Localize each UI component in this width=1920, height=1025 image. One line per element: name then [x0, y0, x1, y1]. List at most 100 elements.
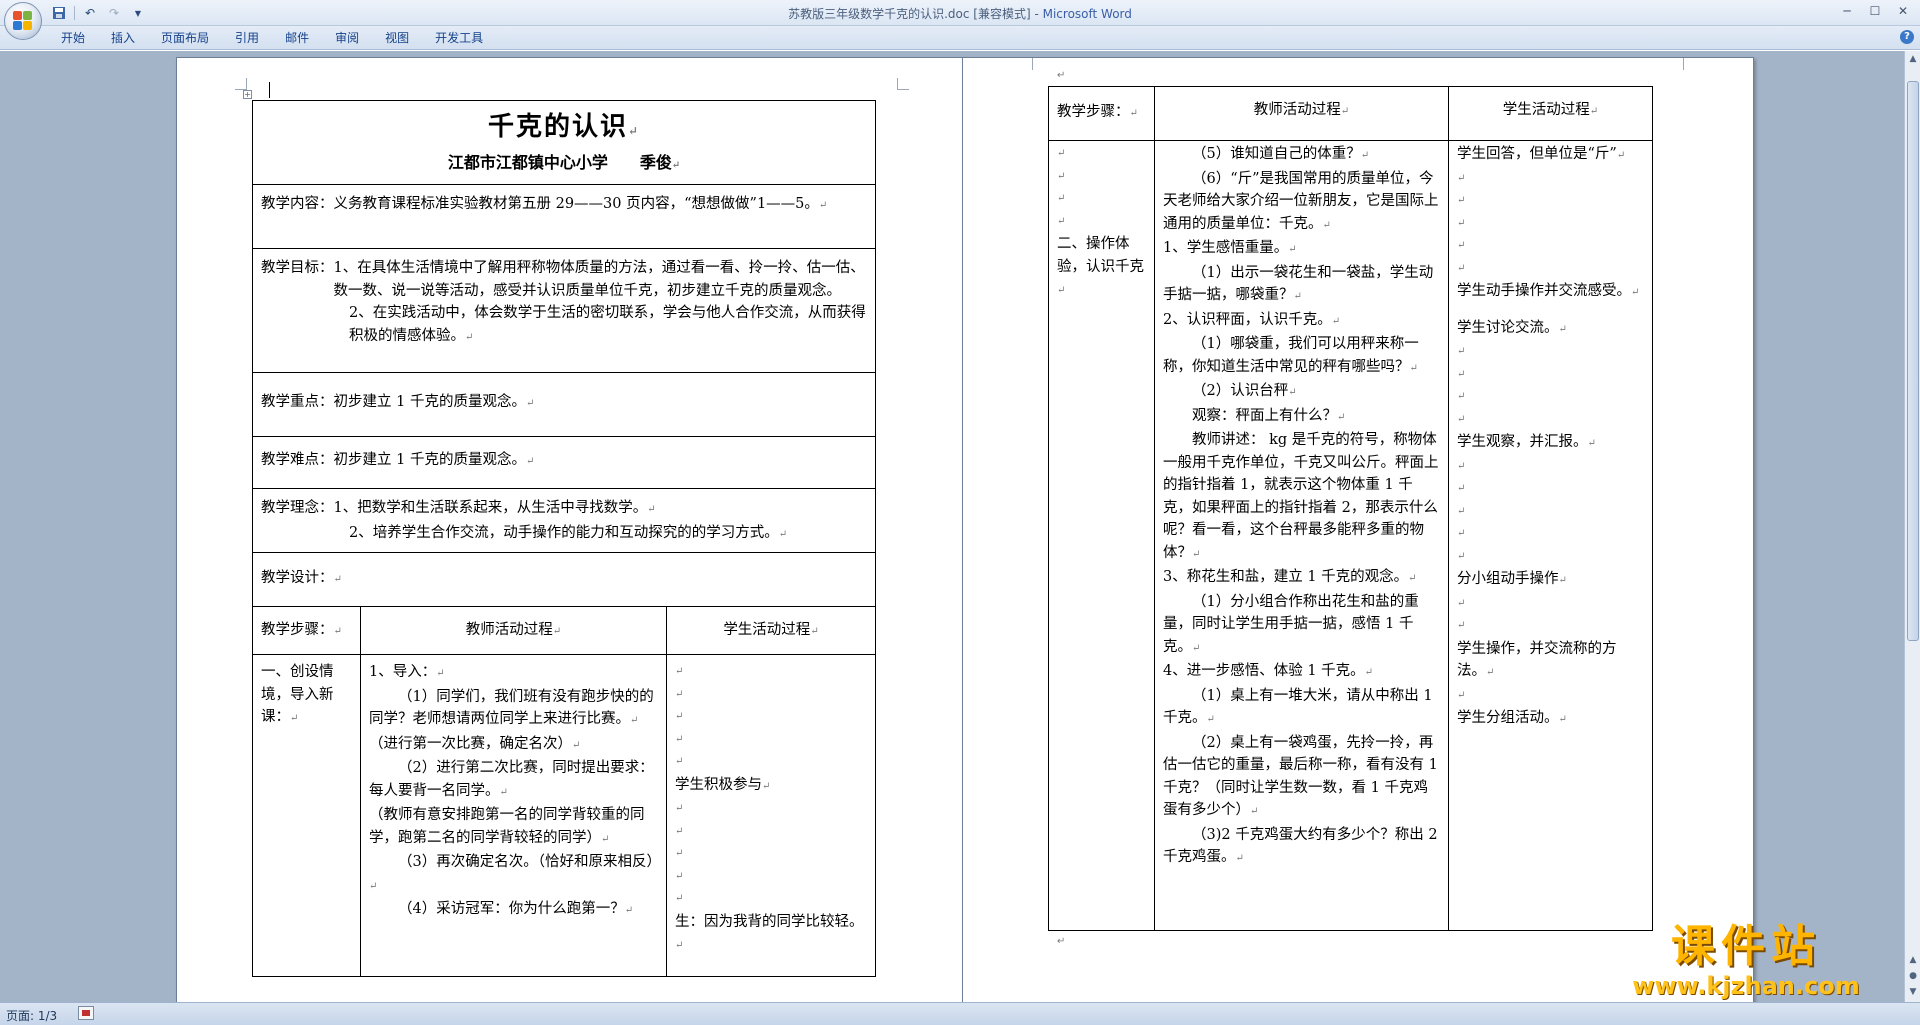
ribbon: 开始 插入 页面布局 引用 邮件 审阅 视图 开发工具 ? [0, 26, 1920, 50]
idea-2: 2、培养学生合作交流，动手操作的能力和互动探究的的学习方式。 [349, 524, 779, 541]
teacher-line: 2、认识秤面，认识千克。 [1163, 311, 1332, 328]
text-cursor [269, 82, 270, 98]
title-cell: 千克的认识↵ 江都市江都镇中心小学 季俊↵ [251, 100, 877, 185]
teacher-line: （1）桌上有一堆大米，请从中称出 1 千克。 [1163, 687, 1433, 727]
document-title: 千克的认识↵ [487, 112, 641, 142]
document-name: 苏教版三年级数学千克的认识.doc [兼容模式] - [788, 7, 1043, 21]
close-icon[interactable]: ✕ [1890, 2, 1916, 20]
browse-object-icon[interactable]: ● [1905, 968, 1920, 984]
student-line: 学生分组活动。 [1457, 710, 1559, 726]
teacher-line: 3、称花生和盐，建立 1 千克的观念。 [1163, 569, 1409, 585]
student-line: 生：因为我背的同学比较轻。 [675, 913, 864, 930]
school-author: 江都市江都镇中心小学 季俊↵ [447, 153, 681, 172]
tab-developer[interactable]: 开发工具 [422, 30, 496, 46]
teaching-design-cell: 教学设计：↵ [251, 552, 877, 607]
page-1: + 千克的认识↵ 江都市江都镇中心小学 季俊↵ 教学内容：义务教育课程标准实验教… [176, 57, 968, 1002]
goal-1: 1、在具体生活情境中了解用秤称物体质量的方法，通过看一看、拎一拎、估一估、数一数… [333, 260, 865, 299]
teacher-line: （2）进行第二次比赛，同时提出要求：每人要背一名同学。 [369, 760, 654, 799]
margin-mark [897, 78, 909, 90]
office-logo-icon [13, 11, 33, 31]
teacher-line: （2）认识台秤 [1192, 383, 1289, 399]
tab-insert[interactable]: 插入 [98, 30, 148, 46]
teacher-line: 1、导入： [369, 664, 437, 680]
teacher-line: （1）同学们，我们班有没有跑步快的的同学？老师想请两位同学上来进行比赛。 [369, 688, 654, 728]
page-2: ↵ 教学步骤：↵ 教师活动过程↵ 学生活动过程↵ ↵ ↵ ↵ ↵ 二、操作体验，认识千… [962, 57, 1754, 1002]
lesson-plan-table: 千克的认识↵ 江都市江都镇中心小学 季俊↵ 教学内容：义务教育课程标准实验教材第… [251, 100, 877, 977]
vertical-scrollbar[interactable]: ▲ ▲ ● ▼ [1904, 51, 1920, 1002]
student-line: 学生操作，并交流称的方法。 [1457, 640, 1617, 680]
next-page-icon[interactable]: ▼ [1905, 984, 1920, 1000]
tab-home[interactable]: 开始 [48, 30, 98, 46]
office-button[interactable] [4, 2, 42, 40]
teaching-idea-cell: 教学理念：1、把数学和生活联系起来，从生活中寻找数学。↵ 2、培养学生合作交流，… [251, 488, 877, 553]
teacher-line: 1、学生感悟重量。 [1163, 240, 1289, 256]
teacher-line: （1）哪袋重，我们可以用秤来称一称，你知道生活中常见的秤有哪些吗？ [1163, 336, 1419, 375]
key-point-cell: 教学重点：初步建立 1 千克的质量观念。↵ [251, 372, 877, 437]
student-line: 学生动手操作并交流感受。 [1457, 283, 1631, 299]
scroll-up-icon[interactable]: ▲ [1905, 51, 1920, 67]
student-header: 学生活动过程 [723, 622, 811, 638]
teaching-goals-cell: 教学目标： 1、在具体生活情境中了解用秤称物体质量的方法，通过看一看、拎一拎、估… [251, 248, 877, 373]
teaching-content-cell: 教学内容：义务教育课程标准实验教材第五册 29——30 页内容，“想想做做”1—… [251, 184, 877, 249]
teacher-activity-cell: （5）谁知道自己的体重？↵ （6）“斤”是我国常用的质量单位，今天老师给大家介绍… [1154, 140, 1449, 931]
student-activity-cell: ↵ ↵ ↵ ↵ ↵ 学生积极参与↵ ↵ ↵ ↵ ↵ ↵ 生：因为我背的同学比较轻。↵ [665, 654, 877, 977]
tab-references[interactable]: 引用 [222, 30, 272, 46]
window-controls: ─ ☐ ✕ [1834, 2, 1916, 20]
previous-page-icon[interactable]: ▲ [1905, 952, 1920, 968]
status-bar: 页面: 1/3 [0, 1002, 1920, 1025]
teacher-line: （3)2 千克鸡蛋大约有多少个？称出 2 千克鸡蛋。 [1163, 826, 1438, 866]
teacher-header: 教师活动过程 [465, 622, 553, 638]
teacher-line: （3）再次确定名次。（恰好和原来相反） [398, 854, 661, 870]
paragraph-mark: ↵ [1057, 936, 1066, 947]
student-line: 分小组动手操作 [1457, 571, 1559, 587]
student-header-cell: 学生活动过程↵ [1448, 86, 1653, 141]
page-count[interactable]: 页面: 1/3 [6, 1007, 57, 1024]
step-header: 教学步骤： [261, 622, 334, 638]
teacher-line: （5）谁知道自己的体重？ [1192, 146, 1361, 162]
minimize-icon[interactable]: ─ [1834, 2, 1860, 20]
student-line: 学生回答，但单位是“斤” [1457, 146, 1617, 162]
scroll-thumb[interactable] [1907, 81, 1919, 641]
step-2: 二、操作体验，认识千克 [1057, 236, 1144, 275]
teaching-content: 教学内容：义务教育课程标准实验教材第五册 29——30 页内容，“想想做做”1—… [261, 196, 819, 212]
document-area: + 千克的认识↵ 江都市江都镇中心小学 季俊↵ 教学内容：义务教育课程标准实验教… [0, 51, 1904, 1002]
teacher-header-cell: 教师活动过程↵ [360, 606, 667, 655]
margin-mark [235, 78, 247, 90]
table-move-handle-icon[interactable]: + [243, 90, 252, 99]
teacher-line: 4、进一步感悟、体验 1 千克。 [1163, 663, 1365, 679]
idea-1: 1、把数学和生活联系起来，从生活中寻找数学。 [333, 500, 648, 516]
lesson-plan-table-continued: 教学步骤：↵ 教师活动过程↵ 学生活动过程↵ ↵ ↵ ↵ ↵ 二、操作体验，认识千克↵… [1048, 86, 1653, 931]
watermark-url: www.kjzhan.com [1632, 972, 1860, 1000]
goal-2: 2、在实践活动中，体会数学于生活的密切联系，学会与他人合作交流，从而获得积极的情… [349, 305, 866, 344]
app-name: Microsoft Word [1042, 7, 1132, 21]
student-activity-cell: 学生回答，但单位是“斤”↵ ↵ ↵ ↵ ↵ ↵ 学生动手操作并交流感受。↵ 学生讨论交流… [1448, 140, 1653, 931]
teacher-line: （4）采访冠军：你为什么跑第一？ [398, 901, 625, 917]
ribbon-tabs: 开始 插入 页面布局 引用 邮件 审阅 视图 开发工具 [48, 30, 496, 46]
key-point: 教学重点：初步建立 1 千克的质量观念。 [261, 394, 526, 410]
teacher-line: （进行第一次比赛，确定名次） [369, 735, 572, 752]
watermark-logo: 课件站 www.kjzhan.com [1606, 921, 1886, 1001]
tab-review[interactable]: 审阅 [322, 30, 372, 46]
teacher-line: 教师讲述： kg 是千克的符号，称物体一般用千克作单位，千克又叫公斤。秤面上的指… [1163, 432, 1439, 561]
macro-record-icon[interactable] [78, 1006, 94, 1020]
maximize-icon[interactable]: ☐ [1862, 2, 1888, 20]
tab-view[interactable]: 视图 [372, 30, 422, 46]
student-header: 学生活动过程 [1502, 102, 1590, 118]
window-title: 苏教版三年级数学千克的认识.doc [兼容模式] - Microsoft Wor… [0, 5, 1920, 22]
difficulty-point: 教学难点：初步建立 1 千克的质量观念。 [261, 452, 526, 468]
paragraph-mark: ↵ [1057, 70, 1066, 81]
step-header-cell: 教学步骤：↵ [252, 606, 361, 655]
step-2-cell: ↵ ↵ ↵ ↵ 二、操作体验，认识千克↵ [1048, 140, 1155, 931]
teacher-header-cell: 教师活动过程↵ [1154, 86, 1449, 141]
margin-mark [1683, 58, 1695, 70]
student-line: 学生观察，并汇报。 [1457, 434, 1588, 450]
teaching-design-label: 教学设计： [261, 570, 334, 586]
teacher-activity-cell: 1、导入：↵ （1）同学们，我们班有没有跑步快的的同学？老师想请两位同学上来进行… [360, 654, 667, 977]
difficulty-cell: 教学难点：初步建立 1 千克的质量观念。↵ [251, 436, 877, 489]
teacher-line: （6）“斤”是我国常用的质量单位，今天老师给大家介绍一位新朋友，它是国际上通用的… [1163, 170, 1439, 232]
help-icon[interactable]: ? [1900, 30, 1914, 44]
title-bar: ↶ ↷ ▼ 苏教版三年级数学千克的认识.doc [兼容模式] - Microso… [0, 0, 1920, 40]
tab-mailings[interactable]: 邮件 [272, 30, 322, 46]
tab-page-layout[interactable]: 页面布局 [148, 30, 222, 46]
teacher-line: 观察：秤面上有什么？ [1192, 407, 1337, 424]
